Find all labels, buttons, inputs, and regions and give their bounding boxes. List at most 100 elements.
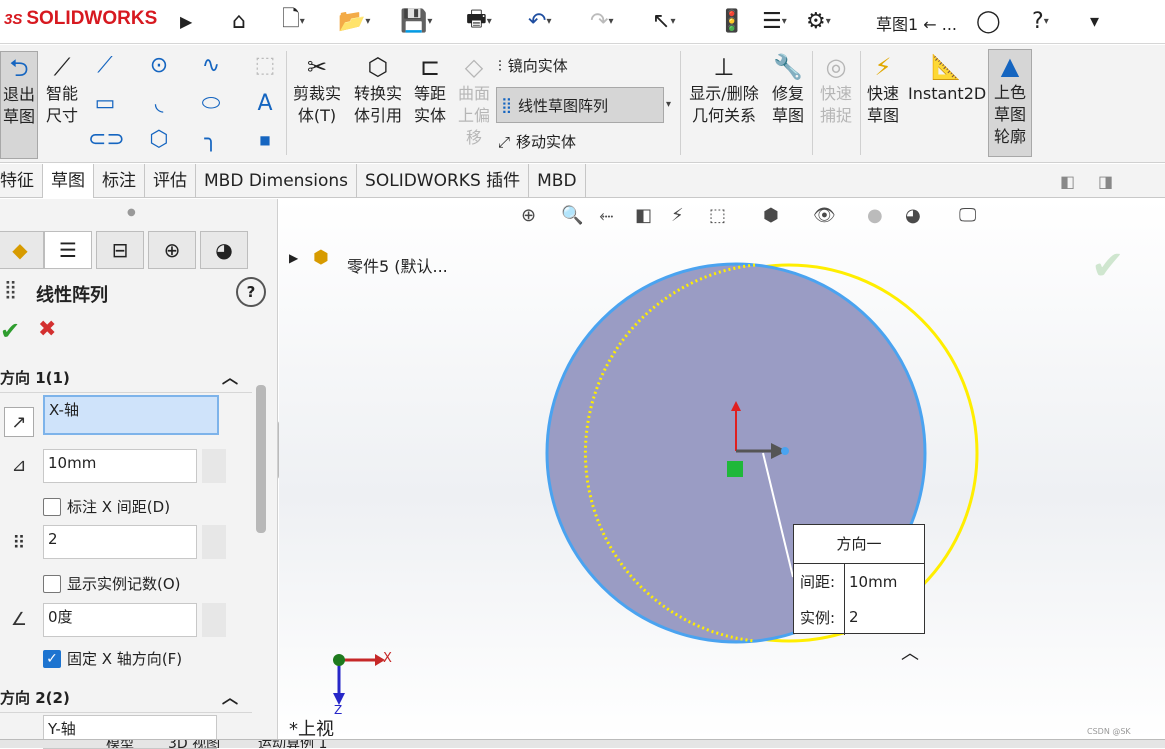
help-icon[interactable]: ? ▾ [1032,6,1049,36]
save-icon[interactable]: 💾 ▾ [400,6,432,36]
instance-count-input[interactable]: 2 [43,525,197,559]
trim-entities-button[interactable]: ✂ 剪裁实 体(T) [290,51,344,127]
undo-icon[interactable]: ↶ ▾ [528,6,551,36]
search-more-icon[interactable]: ▾ [1090,6,1099,36]
linear-pattern-button[interactable]: ⣿ 线性草图阵列 [496,87,664,123]
user-icon[interactable]: ◯ [976,6,1001,36]
expand-menu-icon[interactable]: ▶ [180,6,192,36]
spacing-input[interactable]: 10mm [43,449,197,483]
collapse-left-icon[interactable]: ◧ [1060,172,1075,191]
display-relations-button[interactable]: ⊥ 显示/删除 几何关系 [684,51,764,127]
configuration-tab-icon[interactable]: ⊟ [96,231,144,269]
surface-offset-button[interactable]: ◇ 曲面 上偏移 [454,51,494,149]
print-icon[interactable]: 🖶 ▾ [466,6,492,36]
tab-sketch[interactable]: 草图 [43,164,94,198]
offset-entities-button[interactable]: ⊏ 等距 实体 [410,51,450,127]
cancel-x-icon[interactable]: ✖ [38,317,56,342]
tab-solidworks-addins[interactable]: SOLIDWORKS 插件 [357,164,530,198]
spacing-icon: ⊿ [11,455,27,476]
direction2-header[interactable]: 方向 2(2) ︿ [0,683,252,713]
feature-tree-tab-icon[interactable]: ◆ [0,231,44,269]
tab-evaluate[interactable]: 评估 [145,164,196,198]
text-icon[interactable]: A [248,89,282,119]
arc-icon[interactable]: ◟ [142,89,176,119]
tab-mbd[interactable]: MBD [529,164,586,198]
slot-icon[interactable]: ⊂⊃ [88,125,125,155]
graphics-area[interactable]: ⊕ 🔍 ⬸ ◧ ⚡ ⬚ ⬢ 👁 ● ◕ 🖵 ▶ ⬢ 零件5 (默认... ✔ X… [279,199,1165,740]
callout-spacing-value[interactable]: 10mm [844,564,924,599]
shaded-sketch-contours-button[interactable]: ▲ 上色 草图 轮廓 [988,49,1032,157]
instance-count-icon: ⠿ [12,533,26,554]
spacing-spinner[interactable] [202,449,226,483]
home-icon[interactable]: ⌂ [232,6,246,36]
convert-entities-button[interactable]: ⬡ 转换实 体引用 [350,51,406,127]
move-entities-button[interactable]: ⤢ 移动实体 [498,131,576,152]
pattern-callout[interactable]: 方向一 间距: 10mm 实例: 2 [793,524,925,635]
trim-icon: ✂ [306,53,328,81]
collapse-icon[interactable]: ︿ [222,363,238,393]
tab-mbd-dimensions[interactable]: MBD Dimensions [196,164,358,198]
options-gear-icon[interactable]: ⚙ ▾ [806,6,831,36]
tab-3d-views[interactable]: 3D 视图 [168,740,220,748]
checkbox[interactable] [43,574,61,593]
polygon-icon[interactable]: ⬡ [142,125,176,155]
callout-count-row[interactable]: 实例: 2 [794,599,924,635]
collapse-right-icon[interactable]: ◨ [1098,172,1113,191]
instance-count-spinner[interactable] [202,525,226,559]
spline-icon[interactable]: ∿ [194,51,228,81]
line-icon[interactable]: ⟋ [88,51,122,81]
quick-snap-button[interactable]: ◎ 快速 捕捉 [816,51,856,127]
instant2d-button[interactable]: 📐 Instant2D [908,51,986,105]
collapse-icon[interactable]: ︿ [222,683,238,713]
open-icon[interactable]: 📂 ▾ [338,6,370,36]
fix-x-axis-checkbox[interactable]: ✓ 固定 X 轴方向(F) [43,648,182,669]
callout-spacing-row[interactable]: 间距: 10mm [794,563,924,599]
repair-sketch-button[interactable]: 🔧 修复 草图 [768,51,808,127]
panel-grip-icon[interactable]: ● [127,207,136,218]
linear-pattern-dropdown-icon[interactable]: ▾ [666,99,671,110]
redo-icon[interactable]: ↷ ▾ [590,6,613,36]
ellipse-icon[interactable]: ⬭ [194,89,228,119]
fillet-icon[interactable]: ╮ [194,125,228,155]
tab-model[interactable]: 模型 [106,740,134,748]
circle-icon[interactable]: ⊙ [142,51,176,81]
tab-features[interactable]: 特征 [0,164,43,198]
reverse-direction-icon[interactable]: ↗ [4,407,34,437]
mirror-entities-button[interactable]: ⫶ 镜向实体 [498,55,568,76]
exit-sketch-button[interactable]: ⮌ 退出 草图 [0,51,38,159]
file-properties-icon[interactable]: ☰ ▾ [762,6,787,36]
panel-scrollbar[interactable] [256,385,266,533]
view-name: *上视 [289,719,334,740]
ribbon-separator [860,51,861,155]
direction1-header[interactable]: 方向 1(1) ︿ [0,363,252,393]
rectangle-icon[interactable]: ▭ [88,89,122,119]
tab-markup[interactable]: 标注 [94,164,145,198]
property-manager-tab-icon[interactable]: ☰ [44,231,92,269]
direction1-axis-field[interactable]: X-轴 [43,395,219,435]
bottom-tabs: 模型 3D 视图 运动算例 1 [0,739,1165,748]
select-pointer-icon[interactable]: ↖ ▾ [652,6,675,36]
ok-check-icon[interactable]: ✔ [0,317,20,345]
help-icon[interactable]: ? [236,277,266,307]
show-instance-count-checkbox[interactable]: 显示实例记数(O) [43,573,181,594]
dimxpert-tab-icon[interactable]: ⊕ [148,231,196,269]
callout-collapse-icon[interactable]: ︿ [901,639,919,665]
sketch-canvas [333,262,979,705]
display-manager-tab-icon[interactable]: ◕ [200,231,248,269]
dimension-x-spacing-checkbox[interactable]: 标注 X 间距(D) [43,496,170,517]
axis-x-label: X [383,651,392,666]
callout-count-value[interactable]: 2 [844,599,924,635]
ellipse-dim-icon[interactable]: ⬚ [248,51,282,81]
solidworks-logo[interactable]: 3S SOLIDWORKS [4,8,157,30]
point-icon[interactable]: ■ [248,125,282,155]
angle-input[interactable]: 0度 [43,603,197,637]
new-document-icon[interactable]: 🗋 ▾ [282,6,305,36]
rebuild-icon[interactable]: 🚦 [718,6,745,36]
rapid-sketch-button[interactable]: ⚡ 快速 草图 [863,51,903,127]
tab-motion-study[interactable]: 运动算例 1 [258,740,327,748]
smart-dimension-button[interactable]: ⟋ 智能 尺寸 [40,51,84,127]
checkbox[interactable] [43,497,61,516]
smart-dimension-icon: ⟋ [53,53,71,81]
checkbox-checked[interactable]: ✓ [43,649,61,668]
angle-spinner[interactable] [202,603,226,637]
